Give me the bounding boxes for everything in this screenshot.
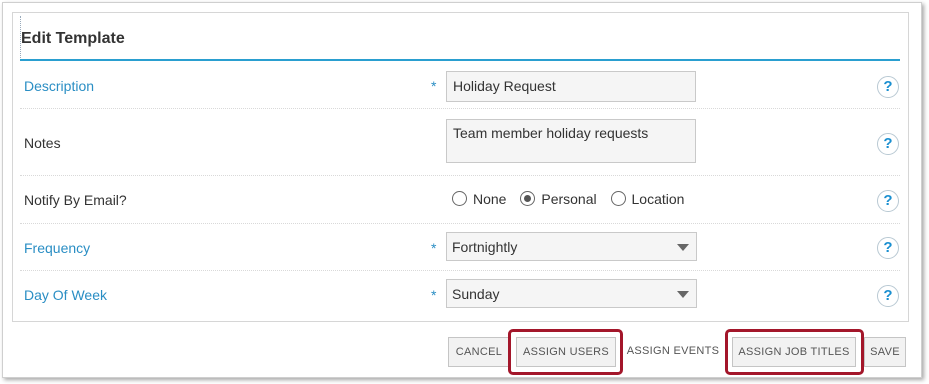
cancel-button[interactable]: CANCEL — [448, 337, 510, 367]
assign-users-highlight — [508, 329, 623, 375]
required-marker: * — [431, 240, 437, 256]
day-of-week-row: Day Of Week * Sunday ? — [20, 271, 900, 317]
save-button[interactable]: SAVE — [864, 337, 906, 367]
page-title: Edit Template — [21, 30, 125, 47]
description-row: Description * Holiday Request ? — [20, 61, 900, 109]
notes-textarea[interactable]: Team member holiday requests — [446, 119, 696, 163]
notify-label: Notify By Email? — [24, 192, 127, 208]
day-of-week-value: Sunday — [452, 286, 500, 302]
frequency-value: Fortnightly — [452, 239, 518, 255]
help-icon[interactable]: ? — [877, 76, 899, 98]
frequency-label: Frequency — [24, 240, 91, 256]
notify-location-radio[interactable] — [610, 191, 626, 206]
chevron-down-icon — [677, 291, 689, 298]
notes-label: Notes — [24, 135, 61, 151]
help-icon[interactable]: ? — [877, 133, 899, 155]
notify-none-label: None — [473, 191, 507, 207]
help-icon[interactable]: ? — [877, 285, 899, 307]
notify-personal-radio[interactable] — [520, 191, 536, 206]
notify-row: Notify By Email? None Personal Location … — [20, 176, 900, 224]
frequency-row: Frequency * Fortnightly ? — [20, 224, 900, 271]
frequency-select[interactable]: Fortnightly — [446, 232, 697, 261]
day-of-week-label: Day Of Week — [24, 287, 107, 303]
help-icon[interactable]: ? — [877, 237, 899, 259]
notify-location-label: Location — [631, 191, 685, 207]
required-marker: * — [431, 287, 437, 303]
description-input[interactable]: Holiday Request — [446, 71, 696, 102]
edit-template-window: Edit Template Description * Holiday Requ… — [2, 2, 922, 378]
required-marker: * — [431, 78, 437, 94]
chevron-down-icon — [677, 244, 689, 251]
notes-row: Notes Team member holiday requests ? — [20, 109, 900, 176]
assign-job-titles-highlight — [725, 329, 864, 375]
edit-template-panel: Edit Template Description * Holiday Requ… — [12, 12, 909, 322]
description-label: Description — [24, 78, 95, 94]
notify-personal-label: Personal — [541, 191, 597, 207]
help-icon[interactable]: ? — [877, 190, 899, 212]
assign-events-button[interactable]: ASSIGN EVENTS — [621, 337, 725, 367]
notify-radio-group: None Personal Location — [452, 191, 694, 207]
notify-none-radio[interactable] — [452, 191, 467, 206]
day-of-week-select[interactable]: Sunday — [446, 279, 697, 308]
